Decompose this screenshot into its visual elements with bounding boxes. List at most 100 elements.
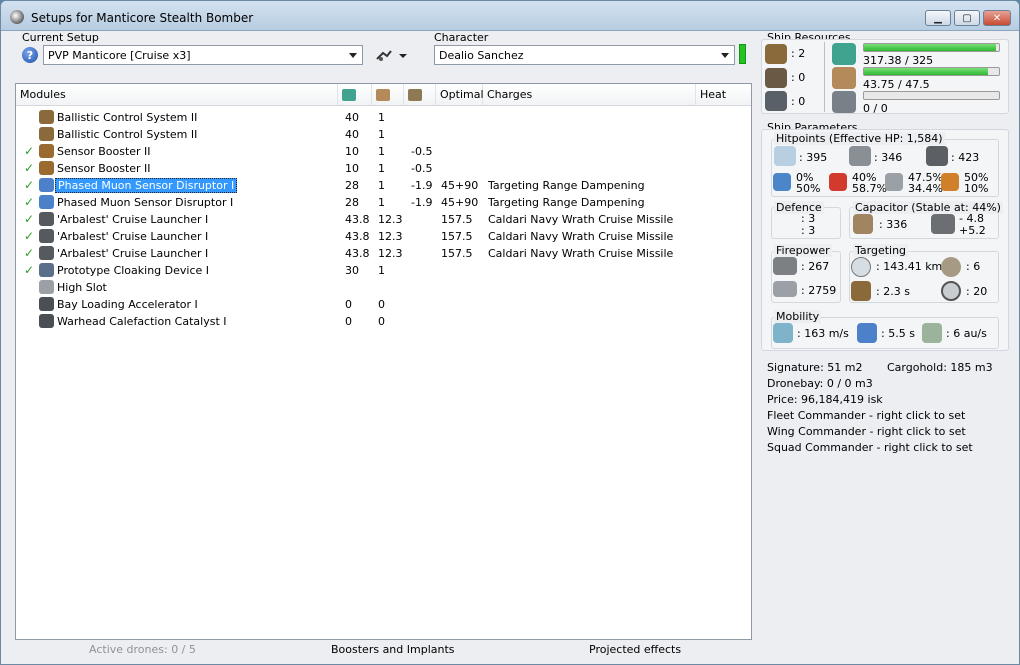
targeting-range-value: : 143.41 km xyxy=(876,260,943,273)
calibration-value: : 0 xyxy=(791,95,806,108)
scan-resolution-icon xyxy=(941,281,961,301)
turret-hardpoints-value: : 2 xyxy=(791,47,806,60)
setup-select-value: PVP Manticore [Cruise x3] xyxy=(48,48,191,62)
powergrid-icon xyxy=(832,67,856,89)
module-icon xyxy=(39,229,54,243)
module-charges: Caldari Navy Wrath Cruise Missile xyxy=(488,230,674,243)
powergrid-icon xyxy=(376,88,390,101)
module-cpu: 28 xyxy=(345,179,359,192)
active-check-icon[interactable]: ✓ xyxy=(24,229,34,243)
active-check-icon[interactable]: ✓ xyxy=(24,178,34,192)
module-row[interactable]: Bay Loading Accelerator I 0 0 xyxy=(16,296,751,313)
column-optimal-label: Optimal xyxy=(440,88,484,101)
launcher-hardpoint-icon xyxy=(765,68,787,88)
defence-value-b: : 3 xyxy=(801,224,816,237)
module-name: Warhead Calefaction Catalyst I xyxy=(57,315,227,328)
fleet-commander-item[interactable]: Fleet Commander - right click to set xyxy=(767,409,965,422)
active-check-icon[interactable]: ✓ xyxy=(24,263,34,277)
module-power: 1 xyxy=(378,264,385,277)
module-row[interactable]: ✓ 'Arbalest' Cruise Launcher I 43.8 12.3 157… xyxy=(16,211,751,228)
squad-commander-item[interactable]: Squad Commander - right click to set xyxy=(767,441,973,454)
module-power: 1 xyxy=(378,196,385,209)
module-row[interactable]: Warhead Calefaction Catalyst I 0 0 xyxy=(16,313,751,330)
module-row[interactable]: ✓ 'Arbalest' Cruise Launcher I 43.8 12.3 157… xyxy=(16,245,751,262)
module-power: 1 xyxy=(378,179,385,192)
price-value: Price: 96,184,419 isk xyxy=(767,393,883,406)
projected-effects-button[interactable]: Projected effects xyxy=(589,643,681,656)
module-charges: Targeting Range Dampening xyxy=(488,179,645,192)
module-power: 1 xyxy=(378,111,385,124)
column-cpu[interactable] xyxy=(338,84,372,106)
module-cpu: 43.8 xyxy=(345,230,370,243)
column-heat[interactable]: Heat xyxy=(696,84,751,106)
module-row[interactable]: Ballistic Control System II 40 1 xyxy=(16,109,751,126)
module-name: Bay Loading Accelerator I xyxy=(57,298,198,311)
module-row[interactable]: ✓ 'Arbalest' Cruise Launcher I 43.8 12.3 157… xyxy=(16,228,751,245)
main-window: Setups for Manticore Stealth Bomber ▁ ▢ … xyxy=(0,0,1020,665)
module-row[interactable]: High Slot xyxy=(16,279,751,296)
module-icon xyxy=(39,127,54,141)
em-resist-icon xyxy=(773,173,791,191)
hull-icon xyxy=(926,146,948,166)
close-button[interactable]: ✕ xyxy=(983,10,1011,26)
explosive-resist-armor: 10% xyxy=(964,182,989,195)
module-power: 12.3 xyxy=(378,213,403,226)
column-capacitor[interactable] xyxy=(404,84,436,106)
module-icon xyxy=(39,161,54,175)
setup-actions-button[interactable] xyxy=(373,47,409,65)
volley-icon xyxy=(773,281,797,297)
character-select[interactable]: Dealio Sanchez xyxy=(434,45,735,65)
module-icon xyxy=(39,195,54,209)
column-charges[interactable]: Charges xyxy=(483,84,696,106)
thermal-resist-armor: 58.7% xyxy=(852,182,887,195)
module-capacitor: -0.5 xyxy=(411,145,433,158)
wing-commander-item[interactable]: Wing Commander - right click to set xyxy=(767,425,966,438)
module-cpu: 10 xyxy=(345,162,359,175)
active-check-icon[interactable]: ✓ xyxy=(24,144,34,158)
speed-value: : 163 m/s xyxy=(797,327,849,340)
module-row[interactable]: Ballistic Control System II 40 1 xyxy=(16,126,751,143)
modules-list[interactable]: Modules Optimal Charges Heat Ballistic C… xyxy=(15,83,752,640)
module-row[interactable]: ✓ Prototype Cloaking Device I 30 1 xyxy=(16,262,751,279)
module-capacitor: -0.5 xyxy=(411,162,433,175)
module-row[interactable]: ✓ Phased Muon Sensor Disruptor I 28 1 -1.9 45… xyxy=(16,194,751,211)
lock-time-value: : 2.3 s xyxy=(876,285,910,298)
module-name: Ballistic Control System II xyxy=(57,111,198,124)
current-setup-label: Current Setup xyxy=(22,31,99,44)
boosters-implants-button[interactable]: Boosters and Implants xyxy=(331,643,455,656)
dronebay-value: Dronebay: 0 / 0 m3 xyxy=(767,377,873,390)
scan-resolution-value: : 20 xyxy=(966,285,988,298)
module-power: 12.3 xyxy=(378,230,403,243)
capacitor-recharge-icon xyxy=(931,214,955,234)
module-power: 12.3 xyxy=(378,247,403,260)
setup-select[interactable]: PVP Manticore [Cruise x3] xyxy=(43,45,363,65)
column-optimal[interactable]: Optimal xyxy=(436,84,484,106)
cpu-bar xyxy=(863,43,1000,52)
active-check-icon[interactable]: ✓ xyxy=(24,161,34,175)
module-icon xyxy=(39,314,54,328)
module-name: 'Arbalest' Cruise Launcher I xyxy=(57,213,209,226)
hitpoints-title: Hitpoints (Effective HP: 1,584) xyxy=(774,132,945,145)
active-check-icon[interactable]: ✓ xyxy=(24,212,34,226)
active-check-icon[interactable]: ✓ xyxy=(24,195,34,209)
drone-bandwidth-bar xyxy=(863,91,1000,100)
column-modules[interactable]: Modules xyxy=(16,84,338,106)
ship-resources-panel: : 2 : 0 : 0 317.38 / 325 43.75 / 47.5 0 … xyxy=(761,39,1009,115)
drone-bandwidth-value: 0 / 0 xyxy=(863,102,888,115)
calibration-icon xyxy=(765,91,787,111)
module-cpu: 28 xyxy=(345,196,359,209)
minimize-button[interactable]: ▁ xyxy=(925,10,951,26)
help-icon[interactable]: ? xyxy=(22,47,38,63)
module-row[interactable]: ✓ Phased Muon Sensor Disruptor I 28 1 -1.9 45… xyxy=(16,177,751,194)
module-row[interactable]: ✓ Sensor Booster II 10 1 -0.5 xyxy=(16,143,751,160)
hull-hp-value: : 423 xyxy=(951,151,980,164)
module-icon xyxy=(39,280,54,294)
column-power[interactable] xyxy=(372,84,404,106)
maximize-button[interactable]: ▢ xyxy=(954,10,980,26)
module-capacitor: -1.9 xyxy=(411,196,433,209)
module-power: 1 xyxy=(378,162,385,175)
character-select-value: Dealio Sanchez xyxy=(439,48,524,62)
active-check-icon[interactable]: ✓ xyxy=(24,246,34,260)
module-row[interactable]: ✓ Sensor Booster II 10 1 -0.5 xyxy=(16,160,751,177)
module-icon xyxy=(39,110,54,124)
